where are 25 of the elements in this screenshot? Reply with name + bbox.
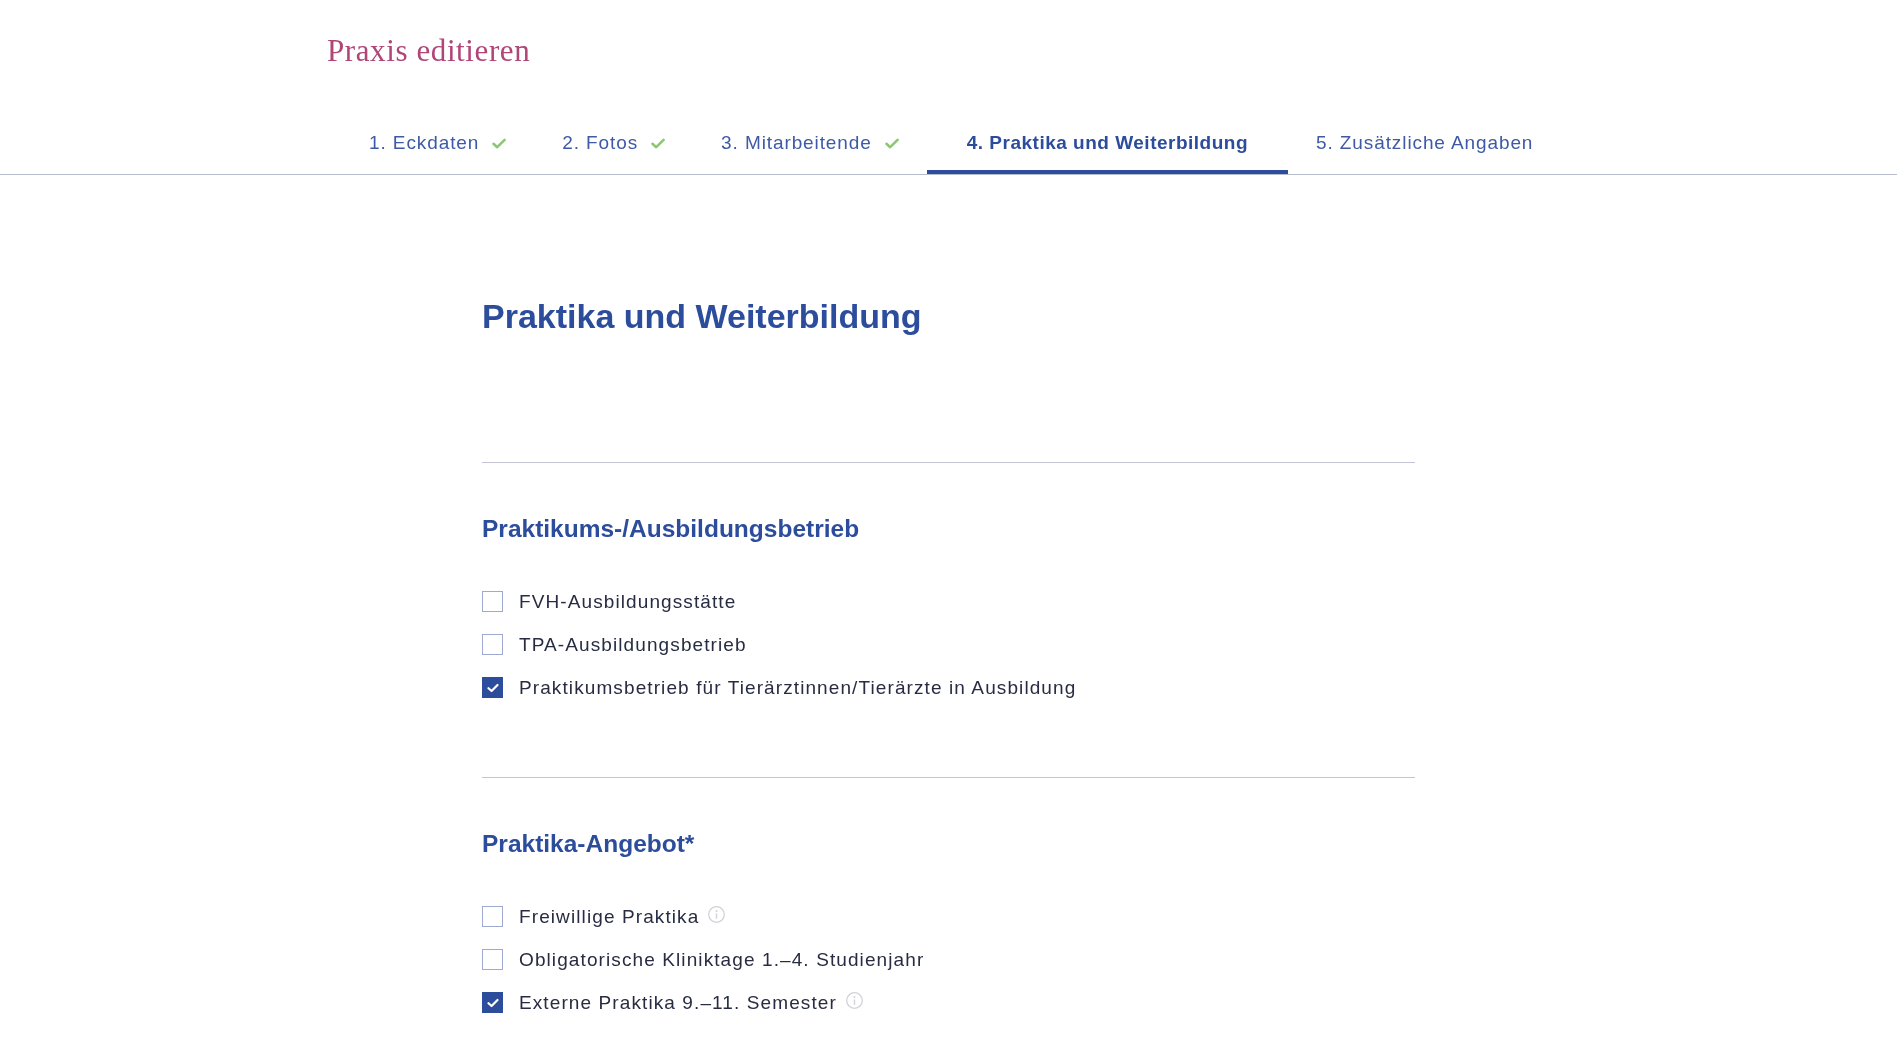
page-title: Praxis editieren (327, 33, 532, 69)
info-icon[interactable] (845, 992, 863, 1009)
section-heading: Praktikums-/Ausbildungsbetrieb (482, 514, 861, 544)
info-icon[interactable] (708, 906, 726, 923)
checkbox[interactable] (482, 677, 503, 698)
checkbox[interactable] (482, 992, 503, 1013)
checkbox-label: Obligatorische Kliniktage 1.–4. Studienjahr (519, 947, 925, 972)
step-tab[interactable]: 4. Praktika und Weiterbildung (926, 112, 1288, 174)
check-icon (486, 682, 499, 693)
check-icon (486, 997, 499, 1008)
checkbox-label: Freiwillige Praktika (519, 904, 700, 929)
checkbox[interactable] (482, 591, 503, 612)
checkbox[interactable] (482, 949, 503, 970)
checkbox[interactable] (482, 634, 503, 655)
step-tab[interactable]: 5. Zusätzliche Angaben (1288, 112, 1562, 174)
step-tab[interactable]: 3. Mitarbeitende (693, 112, 927, 174)
checkbox-label: Externe Praktika 9.–11. Semester (519, 990, 837, 1015)
step-tab[interactable]: 2. Fotos (534, 112, 694, 174)
page-heading: Praktika und Weiterbildung (482, 296, 923, 337)
checkbox-label: Praktikumsbetrieb für Tierärztinnen/Tierärzte in Ausbildung (519, 675, 1077, 700)
checkbox[interactable] (482, 906, 503, 927)
section-heading: Praktika-Angebot* (482, 829, 696, 859)
checkbox-label: FVH-Ausbildungsstätte (519, 589, 737, 614)
step-tab[interactable]: 1. Eckdaten (341, 112, 535, 174)
checkbox-label: TPA-Ausbildungsbetrieb (519, 632, 747, 657)
